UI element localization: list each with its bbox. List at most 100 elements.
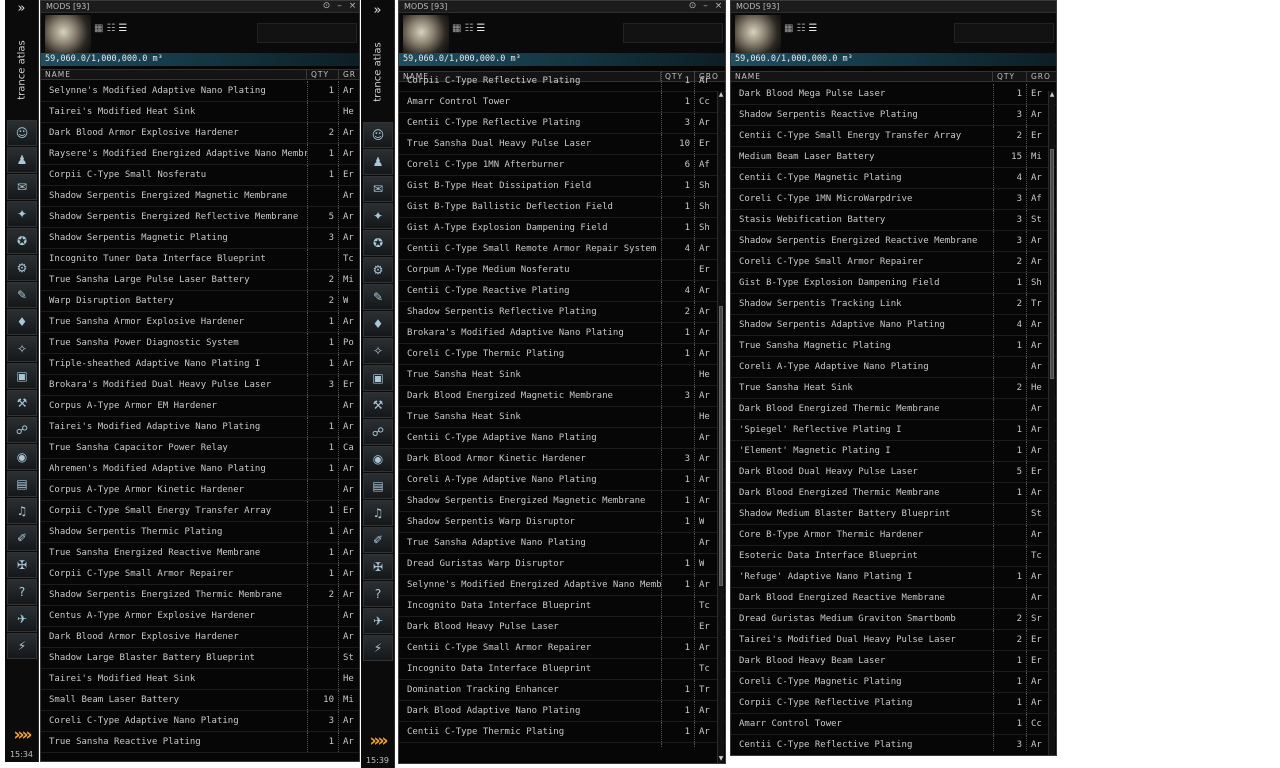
table-row[interactable]: Dark Blood Heavy Beam Laser 1 Er xyxy=(731,651,1056,672)
minimize-icon[interactable]: – xyxy=(333,1,346,12)
assets-icon[interactable]: ▣ xyxy=(7,363,37,389)
table-row[interactable]: Coreli C-Type Adaptive Nano Plating 3 Ar xyxy=(41,711,359,732)
table-row[interactable]: Selynne's Modified Adaptive Nano Plating… xyxy=(399,743,725,748)
audio-icon[interactable]: ♫ xyxy=(7,498,37,524)
table-row[interactable]: Coreli C-Type 1MN Afterburner 6 Af xyxy=(399,155,725,176)
scroll-down-icon[interactable]: ▼ xyxy=(718,755,724,763)
column-name[interactable]: NAME xyxy=(41,70,307,79)
table-row[interactable]: Tairei's Modified Heat Sink He xyxy=(41,669,359,690)
window-titlebar[interactable]: MODS [93] ⊙ – × xyxy=(399,1,725,13)
table-row[interactable]: Shadow Serpentis Adaptive Nano Plating 4 A… xyxy=(731,315,1056,336)
options-icon[interactable]: ⊙ xyxy=(320,1,333,12)
contract-icon[interactable]: ✎ xyxy=(7,282,37,308)
table-row[interactable]: True Sansha Energized Reactive Membrane 1… xyxy=(41,543,359,564)
table-row[interactable]: Dark Blood Energized Magnetic Membrane 3 A… xyxy=(399,386,725,407)
industry-icon[interactable]: ⚒ xyxy=(363,392,393,418)
table-row[interactable]: Shadow Serpentis Energized Thermic Membr… xyxy=(41,585,359,606)
filter-box[interactable] xyxy=(623,23,723,43)
column-group[interactable]: GR xyxy=(339,70,359,79)
table-row[interactable]: Centii C-Type Magnetic Plating 4 Ar xyxy=(731,168,1056,189)
notepad-icon[interactable]: ✐ xyxy=(7,525,37,551)
table-row[interactable]: Coreli C-Type Magnetic Plating 1 Ar xyxy=(731,672,1056,693)
table-row[interactable]: Dread Guristas Warp Disruptor 1 W xyxy=(399,554,725,575)
table-row[interactable]: Gist B-Type Heat Dissipation Field 1 Sh xyxy=(399,176,725,197)
list-view-icon[interactable]: ☰ xyxy=(118,23,127,34)
mail-icon[interactable]: ✉ xyxy=(7,174,37,200)
table-row[interactable]: Dark Blood Adaptive Nano Plating 1 Ar xyxy=(399,701,725,722)
table-row[interactable]: Triple-sheathed Adaptive Nano Plating I 1… xyxy=(41,354,359,375)
table-row[interactable]: True Sansha Adaptive Nano Plating Ar xyxy=(399,533,725,554)
table-row[interactable]: Domination Tracking Enhancer 1 Tr xyxy=(399,680,725,701)
table-row[interactable]: Centii C-Type Small Remote Armor Repair … xyxy=(399,239,725,260)
scrollbar-thumb[interactable] xyxy=(719,306,723,586)
table-row[interactable]: Centii C-Type Reflective Plating 3 Ar xyxy=(399,113,725,134)
table-row[interactable]: Amarr Control Tower 1 Cc xyxy=(731,714,1056,735)
scroll-up-icon[interactable]: ▲ xyxy=(718,91,724,99)
character-icon[interactable]: ♟ xyxy=(363,149,393,175)
icons-view-icon[interactable]: ▦ xyxy=(784,23,793,34)
table-row[interactable]: Centii C-Type Reactive Plating 4 Ar xyxy=(399,281,725,302)
table-row[interactable]: Dark Blood Mega Pulse Laser 1 Er xyxy=(731,84,1056,105)
icons-view-icon[interactable]: ▦ xyxy=(94,23,103,34)
filter-box[interactable] xyxy=(257,23,357,43)
table-row[interactable]: True Sansha Capacitor Power Relay 1 Ca xyxy=(41,438,359,459)
table-row[interactable]: Brokara's Modified Dual Heavy Pulse Lase… xyxy=(41,375,359,396)
eve-menu-button[interactable]: »» xyxy=(364,728,391,754)
scanner-icon[interactable]: ◉ xyxy=(7,444,37,470)
table-row[interactable]: Dark Blood Heavy Pulse Laser Er xyxy=(399,617,725,638)
help-icon[interactable]: ? xyxy=(7,579,37,605)
table-row[interactable]: Shadow Large Blaster Battery Blueprint St xyxy=(41,648,359,669)
starmap-icon[interactable]: ✧ xyxy=(363,338,393,364)
assets-icon[interactable]: ▣ xyxy=(363,365,393,391)
corp-icon[interactable]: ♦ xyxy=(7,309,37,335)
table-row[interactable]: Shadow Serpentis Energized Magnetic Memb… xyxy=(399,491,725,512)
table-row[interactable]: Tairei's Modified Adaptive Nano Plating 1… xyxy=(41,417,359,438)
table-row[interactable]: Corpii C-Type Reflective Plating 1 Ar xyxy=(399,71,725,92)
table-row[interactable]: Shadow Serpentis Reflective Plating 2 Ar xyxy=(399,302,725,323)
expand-neocom-button[interactable]: » xyxy=(5,0,38,20)
table-row[interactable]: Raysere's Modified Energized Adaptive Na… xyxy=(41,144,359,165)
ship-icon[interactable]: ✈ xyxy=(7,606,37,632)
table-row[interactable]: Dark Blood Armor Explosive Hardener Ar xyxy=(41,627,359,648)
table-row[interactable]: Amarr Control Tower 1 Cc xyxy=(399,92,725,113)
table-row[interactable]: Shadow Serpentis Energized Reactive Memb… xyxy=(731,231,1056,252)
table-row[interactable]: Incognito Tuner Data Interface Blueprint… xyxy=(41,249,359,270)
table-row[interactable]: Centii C-Type Small Armor Repairer 1 Ar xyxy=(399,638,725,659)
journal-icon[interactable]: ▤ xyxy=(7,471,37,497)
character-icon[interactable]: ♟ xyxy=(7,147,37,173)
table-row[interactable]: Centii C-Type Adaptive Nano Plating Ar xyxy=(399,428,725,449)
options-icon[interactable]: ⊙ xyxy=(686,1,699,12)
drone-icon[interactable]: ⚡ xyxy=(7,633,37,659)
industry-icon[interactable]: ⚒ xyxy=(7,390,37,416)
table-row[interactable]: Centii C-Type Reflective Plating 3 Ar xyxy=(731,735,1056,751)
drone-icon[interactable]: ⚡ xyxy=(363,635,393,661)
portrait-icon[interactable]: ☺ xyxy=(7,120,37,146)
table-row[interactable]: Shadow Serpentis Tracking Link 2 Tr xyxy=(731,294,1056,315)
table-row[interactable]: Shadow Serpentis Energized Magnetic Memb… xyxy=(41,186,359,207)
eve-menu-button[interactable]: »» xyxy=(8,722,35,748)
table-row[interactable]: True Sansha Power Diagnostic System 1 Po xyxy=(41,333,359,354)
table-row[interactable]: Corpum A-Type Medium Nosferatu Er xyxy=(399,260,725,281)
list-view-icon[interactable]: ☰ xyxy=(476,23,485,34)
medal-icon[interactable]: ✠ xyxy=(7,552,37,578)
table-row[interactable]: Coreli C-Type Small Armor Repairer 2 Ar xyxy=(731,252,1056,273)
window-titlebar[interactable]: MODS [93] ⊙ – × xyxy=(41,1,359,13)
column-qty[interactable]: QTY xyxy=(307,70,339,79)
people-icon[interactable]: ☍ xyxy=(363,419,393,445)
ship-icon[interactable]: ✈ xyxy=(363,608,393,634)
scrollbar[interactable]: ▲ ▼ xyxy=(717,91,724,763)
market-icon[interactable]: ⚙ xyxy=(363,257,393,283)
table-row[interactable]: 'Element' Magnetic Plating I 1 Ar xyxy=(731,441,1056,462)
icons-view-icon[interactable]: ▦ xyxy=(452,23,461,34)
table-row[interactable]: Dark Blood Energized Thermic Membrane 1 Ar xyxy=(731,483,1056,504)
notepad-icon[interactable]: ✐ xyxy=(363,527,393,553)
corp-icon[interactable]: ♦ xyxy=(363,311,393,337)
scrollbar[interactable]: ▲ xyxy=(1048,91,1055,755)
table-row[interactable]: True Sansha Heat Sink He xyxy=(399,407,725,428)
table-row[interactable]: Coreli C-Type Thermic Plating 1 Ar xyxy=(399,344,725,365)
column-qty[interactable]: QTY xyxy=(993,72,1027,81)
table-row[interactable]: Tairei's Modified Heat Sink He xyxy=(41,102,359,123)
details-view-icon[interactable]: ☷ xyxy=(464,23,473,34)
table-row[interactable]: Dread Guristas Medium Graviton Smartbomb… xyxy=(731,609,1056,630)
table-row[interactable]: Selynne's Modified Energized Adaptive Na… xyxy=(399,575,725,596)
